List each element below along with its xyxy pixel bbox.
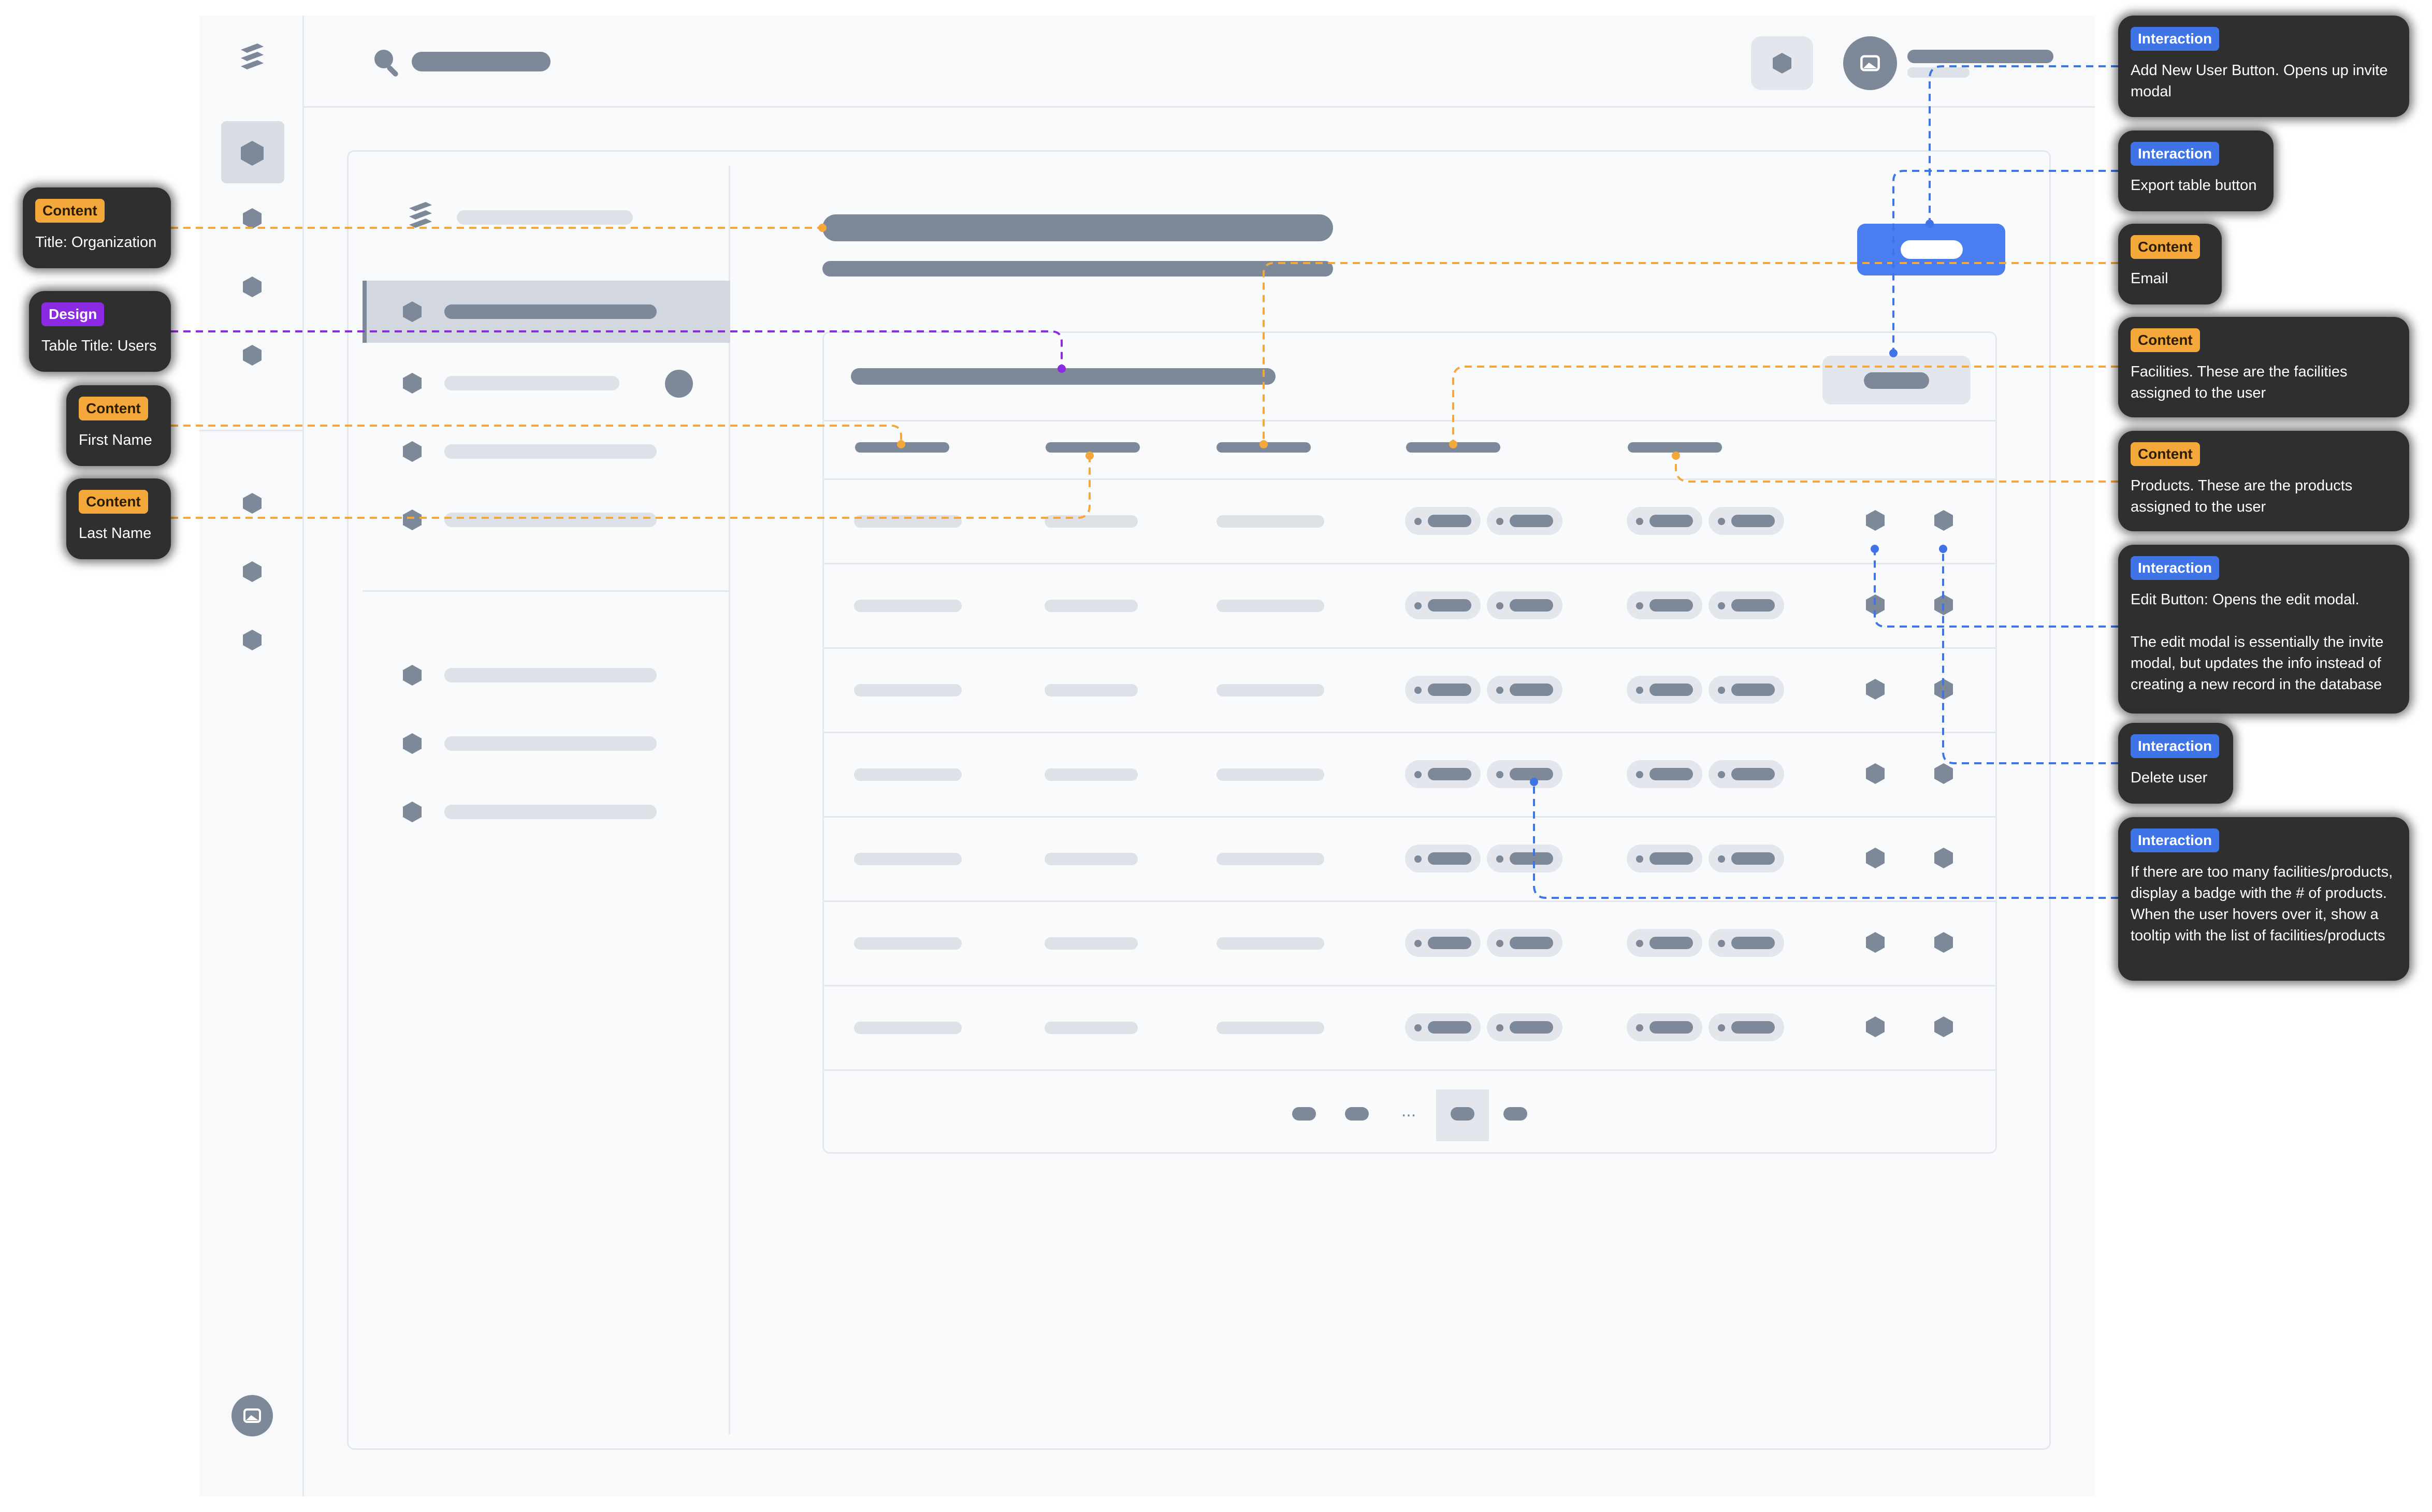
annotation-text: Title: Organization — [35, 234, 157, 251]
annotation-note: Content Facilities. These are the facili… — [2118, 317, 2409, 417]
annotation-badge: Interaction — [2131, 27, 2220, 51]
annotation-badge: Interaction — [2131, 556, 2220, 580]
annotation-note: Content Last Name — [66, 478, 171, 559]
annotation-note: Design Table Title: Users — [29, 291, 171, 372]
annotation-note: Interaction Edit Button: Opens the edit … — [2118, 545, 2409, 714]
annotation-text: Add New User Button. Opens up invite mod… — [2131, 62, 2392, 100]
annotation-note: Content Products. These are the products… — [2118, 431, 2409, 531]
annotation-note: Interaction Delete user — [2118, 723, 2233, 804]
annotation-badge: Content — [79, 397, 148, 420]
annotation-note: Content First Name — [66, 385, 171, 466]
annotation-text: Table Title: Users — [41, 338, 157, 354]
annotation-text: First Name — [79, 432, 152, 448]
annotation-badge: Interaction — [2131, 142, 2220, 166]
annotation-note: Content Title: Organization — [23, 187, 171, 268]
annotation-text: Delete user — [2131, 769, 2208, 786]
annotation-note: Interaction Add New User Button. Opens u… — [2118, 16, 2409, 117]
annotation-badge: Interaction — [2131, 734, 2220, 758]
annotation-badge: Content — [79, 490, 148, 514]
annotation-badge: Content — [2131, 328, 2200, 352]
annotation-note: Content Email — [2118, 224, 2222, 304]
annotation-text: If there are too many facilities/product… — [2131, 864, 2397, 944]
annotation-note: Interaction Export table button — [2118, 130, 2274, 211]
annotation-badge: Interaction — [2131, 828, 2220, 852]
annotation-badge: Content — [2131, 442, 2200, 466]
annotation-badge: Content — [2131, 235, 2200, 259]
annotation-text: Facilities. These are the facilities ass… — [2131, 364, 2352, 401]
annotation-text: Edit Button: Opens the edit modal. The e… — [2131, 591, 2384, 693]
annotation-badge: Design — [41, 302, 105, 326]
annotation-text: Last Name — [79, 525, 152, 542]
annotation-text: Export table button — [2131, 177, 2257, 194]
annotation-badge: Content — [35, 199, 105, 223]
annotation-text: Email — [2131, 270, 2168, 287]
annotation-note: Interaction If there are too many facili… — [2118, 817, 2409, 981]
annotation-connectors — [171, 65, 2118, 899]
annotation-text: Products. These are the products assigne… — [2131, 477, 2357, 515]
